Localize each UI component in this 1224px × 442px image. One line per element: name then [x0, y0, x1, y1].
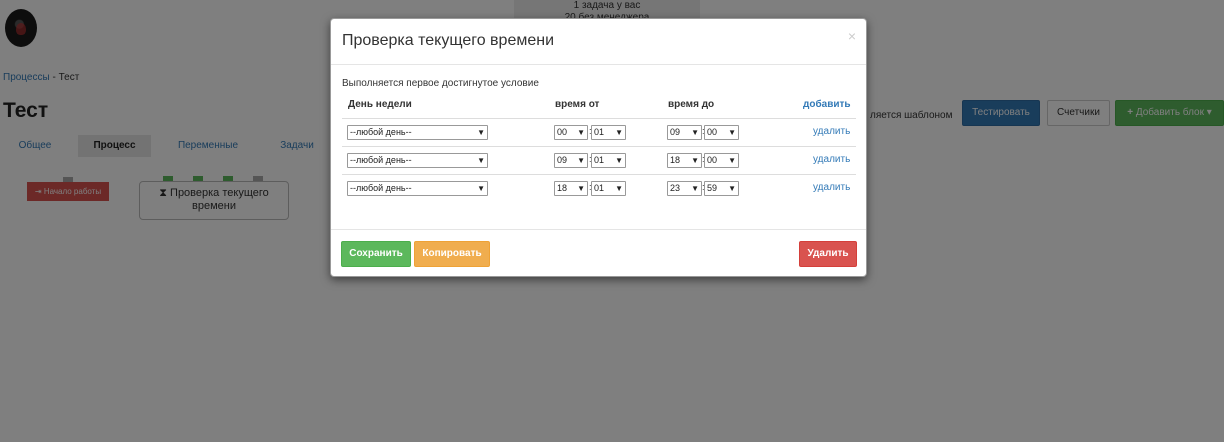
add-condition-link[interactable]: добавить	[803, 99, 851, 110]
from-hour-select[interactable]: 18 ▼	[554, 181, 588, 196]
delete-button[interactable]: Удалить	[799, 241, 857, 267]
from-minute-value: 01	[594, 155, 605, 165]
dropdown-arrow-icon: ▼	[577, 184, 585, 193]
to-hour-select[interactable]: 09 ▼	[667, 125, 702, 140]
to-hour-value: 23	[670, 183, 681, 193]
row-divider	[342, 174, 856, 175]
dropdown-arrow-icon: ▼	[577, 128, 585, 137]
to-minute-select[interactable]: 00 ▼	[704, 125, 739, 140]
to-hour-select[interactable]: 18 ▼	[667, 153, 702, 168]
dropdown-arrow-icon: ▼	[615, 156, 623, 165]
to-hour-value: 09	[670, 127, 681, 137]
column-header-to: время до	[668, 99, 715, 110]
to-minute-select[interactable]: 00 ▼	[704, 153, 739, 168]
modal-header: Проверка текущего времени ×	[331, 19, 866, 65]
from-hour-value: 09	[557, 155, 568, 165]
modal-intro-text: Выполняется первое достигнутое условие	[342, 78, 539, 89]
dropdown-arrow-icon: ▼	[728, 184, 736, 193]
to-minute-value: 00	[707, 155, 718, 165]
dropdown-arrow-icon: ▼	[691, 156, 699, 165]
day-of-week-value: --любой день--	[350, 183, 412, 193]
delete-condition-link[interactable]: удалить	[813, 126, 850, 137]
dropdown-arrow-icon: ▼	[477, 184, 485, 193]
from-hour-select[interactable]: 09 ▼	[554, 153, 588, 168]
copy-button[interactable]: Копировать	[414, 241, 490, 267]
to-minute-select[interactable]: 59 ▼	[704, 181, 739, 196]
to-minute-value: 00	[707, 127, 718, 137]
from-minute-value: 01	[594, 183, 605, 193]
day-of-week-select[interactable]: --любой день-- ▼	[347, 125, 488, 140]
modal-title: Проверка текущего времени	[342, 32, 555, 49]
from-hour-value: 18	[557, 183, 568, 193]
dropdown-arrow-icon: ▼	[728, 128, 736, 137]
column-header-from: время от	[555, 99, 600, 110]
dropdown-arrow-icon: ▼	[691, 128, 699, 137]
modal-footer-divider	[331, 229, 866, 230]
dropdown-arrow-icon: ▼	[691, 184, 699, 193]
dropdown-arrow-icon: ▼	[477, 128, 485, 137]
column-header-day: День недели	[348, 99, 412, 110]
day-of-week-value: --любой день--	[350, 127, 412, 137]
row-divider	[342, 118, 856, 119]
dropdown-arrow-icon: ▼	[615, 184, 623, 193]
time-check-modal: Проверка текущего времени × Выполняется …	[330, 18, 867, 277]
row-divider	[342, 146, 856, 147]
from-minute-select[interactable]: 01 ▼	[591, 125, 626, 140]
from-hour-value: 00	[557, 127, 568, 137]
dropdown-arrow-icon: ▼	[477, 156, 485, 165]
dropdown-arrow-icon: ▼	[728, 156, 736, 165]
close-icon[interactable]: ×	[848, 28, 856, 44]
delete-condition-link[interactable]: удалить	[813, 182, 850, 193]
save-button[interactable]: Сохранить	[341, 241, 411, 267]
day-of-week-select[interactable]: --любой день-- ▼	[347, 181, 488, 196]
dropdown-arrow-icon: ▼	[577, 156, 585, 165]
from-hour-select[interactable]: 00 ▼	[554, 125, 588, 140]
day-of-week-select[interactable]: --любой день-- ▼	[347, 153, 488, 168]
to-hour-value: 18	[670, 155, 681, 165]
from-minute-select[interactable]: 01 ▼	[591, 181, 626, 196]
to-minute-value: 59	[707, 183, 718, 193]
delete-condition-link[interactable]: удалить	[813, 154, 850, 165]
day-of-week-value: --любой день--	[350, 155, 412, 165]
to-hour-select[interactable]: 23 ▼	[667, 181, 702, 196]
dropdown-arrow-icon: ▼	[615, 128, 623, 137]
from-minute-select[interactable]: 01 ▼	[591, 153, 626, 168]
from-minute-value: 01	[594, 127, 605, 137]
